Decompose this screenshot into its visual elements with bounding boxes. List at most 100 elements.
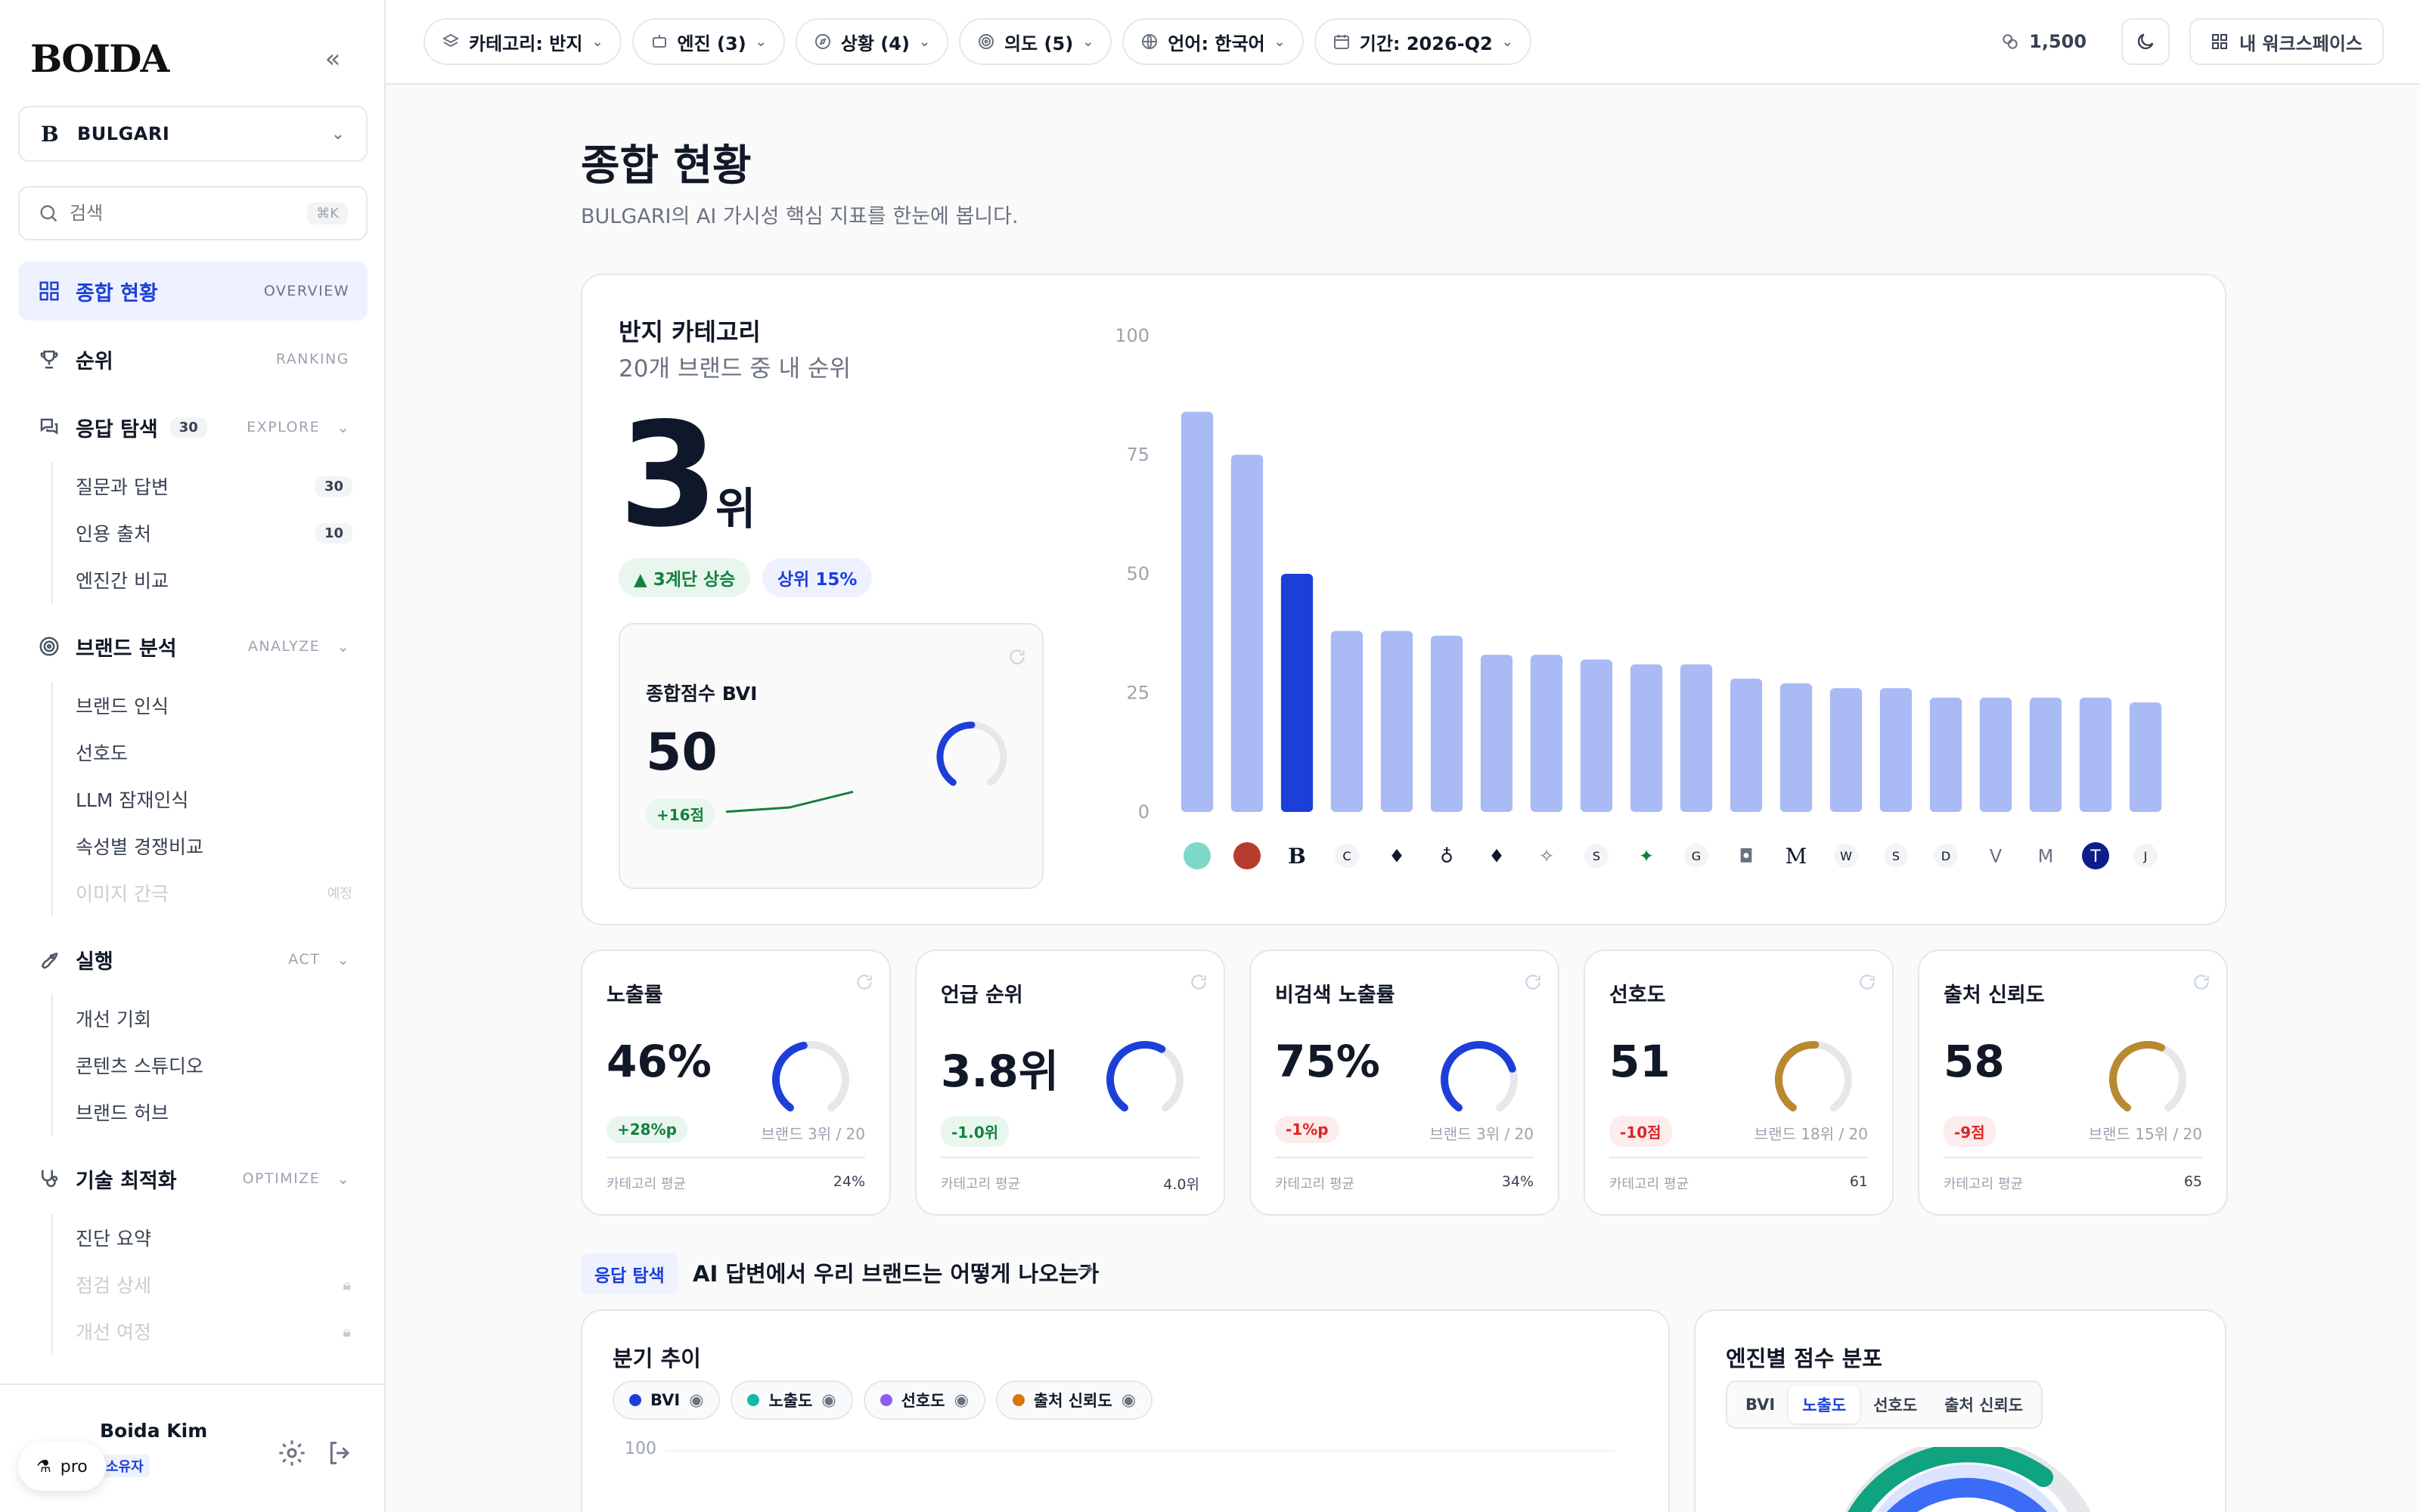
theme-toggle-button[interactable] (2121, 18, 2170, 65)
bar-brand-4[interactable] (1330, 631, 1364, 812)
chevron-down-icon[interactable]: ⌄ (337, 1170, 349, 1188)
tab-engine-metric[interactable]: 노출도 (1789, 1386, 1860, 1424)
metric-card[interactable]: 비검색 노출률 75% -1%p 브랜드 3위 / 20 카테고리 평균 34% (1249, 950, 1559, 1216)
metric-card[interactable]: 노출률 46% +28%p 브랜드 3위 / 20 카테고리 평균 24% (581, 950, 891, 1216)
metric-divider (1609, 1157, 1868, 1158)
sidebar-subitem-label: 선호도 (76, 742, 129, 764)
sidebar-sublist: 진단 요약 점검 상세 🔒︎ 개선 여정 🔒︎ (51, 1214, 368, 1355)
brand-selector[interactable]: B BULGARI ⌄ (18, 106, 368, 162)
bar-brand-14[interactable] (1829, 688, 1863, 812)
credits-indicator[interactable]: 1,500 (1985, 18, 2102, 65)
filter-chip[interactable]: 기간: 2026-Q2 ⌄ (1314, 18, 1531, 65)
bar-brand-7[interactable] (1480, 655, 1513, 812)
metric-card[interactable]: 선호도 51 -10점 브랜드 18위 / 20 카테고리 평균 61 (1584, 950, 1894, 1216)
sidebar-subitem[interactable]: 콘텐츠 스튜디오 (76, 1042, 368, 1089)
refresh-icon[interactable] (1007, 647, 1027, 667)
sidebar-item-label: 순위 (76, 349, 113, 373)
explore-section-title[interactable]: AI 답변에서 우리 브랜드는 어떻게 나오는가 (693, 1256, 1099, 1288)
bar-brand-1[interactable] (1181, 411, 1214, 812)
plan-chip[interactable]: ⚗ pro (18, 1442, 106, 1491)
bar-brand-9[interactable] (1580, 659, 1613, 812)
refresh-icon[interactable] (1857, 972, 1877, 992)
svg-text:G: G (1692, 849, 1701, 863)
refresh-icon[interactable] (1189, 972, 1208, 992)
bar-brand-6[interactable] (1430, 635, 1463, 812)
bar-brand-10[interactable] (1630, 664, 1663, 812)
chevron-down-icon: ⌄ (1082, 33, 1094, 50)
sidebar-subitem[interactable]: 질문과 답변 30 (76, 463, 368, 510)
bar-brand-19[interactable] (2079, 697, 2112, 812)
metric-card[interactable]: 출처 신뢰도 58 -9점 브랜드 15위 / 20 카테고리 평균 65 (1918, 950, 2228, 1216)
legend-color-dot (880, 1394, 892, 1406)
settings-gear-icon[interactable] (277, 1438, 307, 1468)
sidebar-item-optimize[interactable]: 기술 최적화 OPTIMIZE ⌄ (18, 1149, 368, 1208)
refresh-icon[interactable] (1523, 972, 1543, 992)
legend-toggle[interactable]: 노출도 ◉ (731, 1380, 853, 1420)
sidebar-subitem[interactable]: 진단 요약 (76, 1214, 368, 1261)
app-logo[interactable]: BOIDA (30, 36, 169, 81)
legend-toggle[interactable]: 출처 신뢰도 ◉ (995, 1380, 1153, 1420)
bar-brand-18[interactable] (2029, 697, 2062, 812)
filter-chip[interactable]: 의도 (5) ⌄ (959, 18, 1112, 65)
filter-label: 기간: 2026-Q2 (1359, 33, 1493, 54)
filter-chip[interactable]: 언어: 한국어 ⌄ (1122, 18, 1304, 65)
metric-avg-value: 65 (2183, 1173, 2202, 1190)
logout-icon[interactable] (325, 1438, 355, 1468)
tab-engine-metric[interactable]: 출처 신뢰도 (1931, 1386, 2037, 1424)
legend-toggle[interactable]: 선호도 ◉ (863, 1380, 985, 1420)
layers-icon (442, 33, 460, 48)
bar-brand-13[interactable] (1779, 683, 1813, 812)
sidebar-item-explore[interactable]: 응답 탐색 30 EXPLORE ⌄ (18, 398, 368, 457)
legend-toggle[interactable]: BVI ◉ (613, 1380, 721, 1420)
sidebar-subitem-label: 콘텐츠 스튜디오 (76, 1055, 203, 1077)
target-icon (979, 34, 994, 49)
search-box[interactable]: ⌘K (18, 186, 368, 240)
chevron-down-icon: ⌄ (591, 33, 603, 50)
grid-icon (36, 278, 62, 304)
sidebar-item-act[interactable]: 실행 ACT ⌄ (18, 930, 368, 989)
filter-chip[interactable]: 엔진 (3) ⌄ (631, 18, 785, 65)
bar-brand-2[interactable] (1230, 454, 1264, 813)
filter-chip[interactable]: 카테고리: 반지 ⌄ (424, 18, 622, 65)
tab-engine-metric[interactable]: 선호도 (1860, 1386, 1931, 1424)
refresh-icon[interactable] (855, 972, 874, 992)
chevron-down-icon[interactable]: ⌄ (337, 637, 349, 655)
metric-title: 비검색 노출률 (1275, 984, 1395, 1007)
refresh-icon[interactable] (2192, 972, 2211, 992)
bvi-score-box[interactable]: 종합점수 BVI 50 +16점 (619, 623, 1044, 889)
bar-brand-15[interactable] (1879, 688, 1913, 812)
metric-card[interactable]: 언급 순위 3.8위 -1.0위 카테고리 평균 4.0위 (915, 950, 1225, 1216)
sidebar-subitem[interactable]: 브랜드 인식 (76, 682, 368, 729)
collapse-sidebar-icon[interactable]: « (318, 45, 348, 76)
sidebar-subitem[interactable]: 개선 기회 (76, 995, 368, 1042)
sidebar-subitem[interactable]: 속성별 경쟁비교 (76, 823, 368, 869)
workspace-button[interactable]: 내 워크스페이스 (2189, 18, 2384, 65)
bar-brand-17[interactable] (1979, 697, 2012, 812)
search-input[interactable] (70, 203, 308, 224)
bar-brand-16[interactable] (1929, 697, 1962, 812)
chevron-down-icon[interactable]: ⌄ (337, 950, 349, 968)
sidebar-subitem[interactable]: LLM 잠재인식 (76, 776, 368, 823)
tab-engine-metric[interactable]: BVI (1732, 1388, 1789, 1421)
sidebar-subitem[interactable]: 브랜드 허브 (76, 1089, 368, 1136)
sidebar-item-ranking[interactable]: 순위 RANKING (18, 330, 368, 389)
bar-brand-11[interactable] (1680, 664, 1713, 812)
sidebar-subitem[interactable]: 인용 출처 10 (76, 510, 368, 556)
svg-text:♦: ♦ (1488, 846, 1505, 867)
sidebar-subitem[interactable]: 선호도 (76, 729, 368, 776)
sidebar-item-overview[interactable]: 종합 현황 OVERVIEW (18, 262, 368, 321)
bar-brand-3[interactable] (1280, 574, 1314, 812)
eye-icon: ◉ (954, 1390, 969, 1410)
bar-brand-20[interactable] (2129, 702, 2162, 812)
chevron-down-icon[interactable]: ⌄ (337, 418, 349, 436)
brand-logo-icon: W (1834, 844, 1858, 868)
arrow-right-icon[interactable]: → (1077, 1258, 1094, 1281)
bar-brand-12[interactable] (1730, 678, 1763, 812)
bar-brand-5[interactable] (1380, 631, 1413, 812)
gauge-fill (936, 721, 976, 786)
filter-chip[interactable]: 상황 (4) ⌄ (795, 18, 949, 65)
eye-icon: ◉ (689, 1390, 704, 1410)
sidebar-subitem[interactable]: 엔진간 비교 (76, 556, 368, 603)
bar-brand-8[interactable] (1530, 655, 1563, 812)
sidebar-item-analyze[interactable]: 브랜드 분석 ANALYZE ⌄ (18, 617, 368, 676)
